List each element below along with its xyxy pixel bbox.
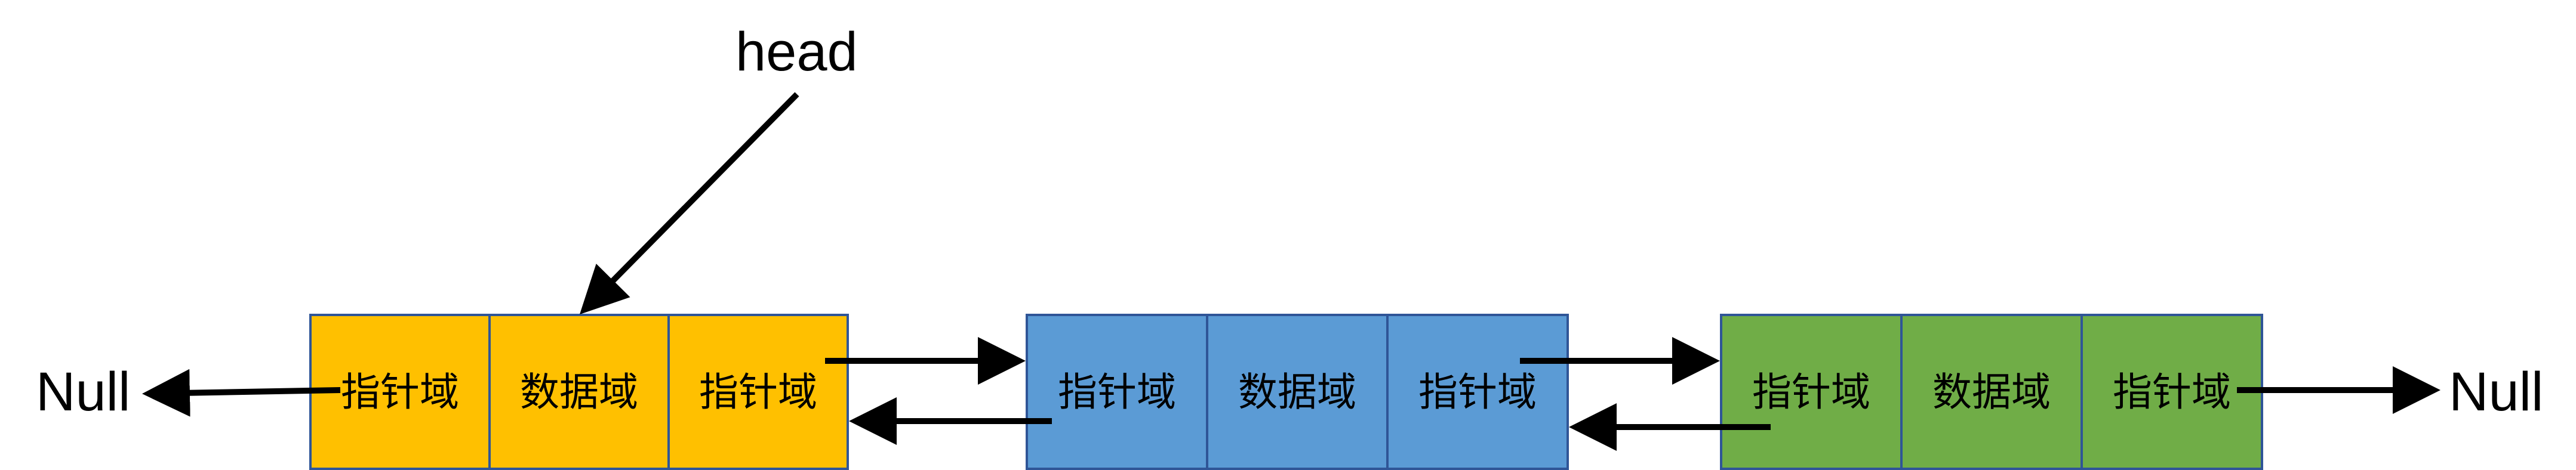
null-right-label: Null [2449, 361, 2543, 422]
node-1-prev-to-null-arrow [142, 369, 341, 417]
node-3-data-label: 数据域 [1932, 369, 2051, 415]
node-1: 指针域 数据域 指针域 [309, 314, 849, 470]
node-2-prev-label: 指针域 [1058, 369, 1176, 415]
null-left-label: Null [36, 361, 130, 422]
head-label: head [735, 21, 858, 82]
node-1-next-label: 指针域 [699, 369, 817, 415]
node-3-next-label: 指针域 [2113, 369, 2231, 415]
node-1-prev-label: 指针域 [341, 369, 459, 415]
node-3: 指针域 数据域 指针域 [1720, 314, 2263, 470]
node-2-data-label: 数据域 [1238, 369, 1356, 415]
node-2-next-label: 指针域 [1418, 369, 1537, 415]
doubly-linked-list-diagram: 指针域 数据域 指针域 指针域 数据域 指针域 指针域 数据域 指针域 Null… [36, 21, 2543, 470]
node-2: 指针域 数据域 指针域 [1026, 314, 1569, 470]
node-1-data-label: 数据域 [520, 369, 638, 415]
head-arrow [579, 92, 799, 315]
node-3-prev-label: 指针域 [1752, 369, 1870, 415]
